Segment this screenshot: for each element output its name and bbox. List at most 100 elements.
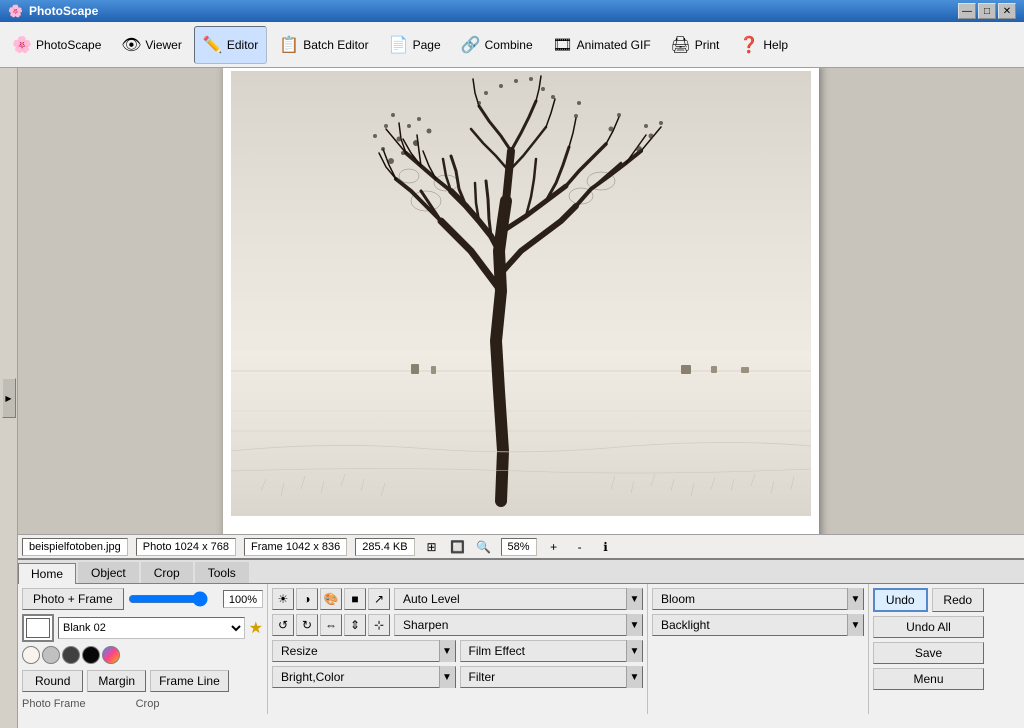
effects-row4: Bright,Color ▼ Filter ▼ (272, 666, 643, 688)
undo-all-button[interactable]: Undo All (873, 616, 984, 638)
effects-row3: Resize ▼ Film Effect ▼ (272, 640, 643, 662)
pixel-info-icon[interactable]: ⊞ (423, 538, 441, 556)
menu-label-editor: Editor (227, 38, 258, 52)
undo-button[interactable]: Undo (873, 588, 928, 612)
menu-button[interactable]: Menu (873, 668, 984, 690)
color-black-btn[interactable] (82, 646, 100, 664)
favorite-button[interactable]: ★ (249, 618, 263, 638)
maximize-button[interactable]: □ (978, 3, 996, 19)
print-icon: 🖨 (671, 35, 691, 55)
color-dark-btn[interactable] (62, 646, 80, 664)
zoom-in-icon[interactable]: + (545, 538, 563, 556)
margin-button[interactable]: Margin (87, 670, 146, 692)
menu-label-viewer: Viewer (145, 38, 181, 52)
menu-bar: 🌸 PhotoScape 👁 Viewer ✏️ Editor 📋 Batch … (0, 22, 1024, 68)
photoscape-icon: 🌸 (12, 35, 32, 55)
combine-icon: 🔗 (461, 35, 481, 55)
sharpen-dropdown[interactable]: Sharpen ▼ (394, 614, 643, 636)
backlight-arrow: ▼ (847, 614, 863, 636)
tab-crop[interactable]: Crop (141, 562, 193, 583)
filename-display: beispielfotoben.jpg (22, 538, 128, 556)
contrast-icon-btn[interactable]: ◑ (296, 588, 318, 610)
rotate-left-icon-btn[interactable]: ↺ (272, 614, 294, 636)
batch-icon: 📋 (279, 35, 299, 55)
title-bar-left: 🌸 PhotoScape (8, 4, 98, 18)
rotate-right-icon-btn[interactable]: ↻ (296, 614, 318, 636)
filter-dropdown[interactable]: Filter ▼ (460, 666, 644, 688)
menu-item-print[interactable]: 🖨 Print (663, 26, 728, 64)
app-title: PhotoScape (29, 4, 98, 18)
film-effect-dropdown[interactable]: Film Effect ▼ (460, 640, 644, 662)
preset-select[interactable]: Blank 02 (58, 617, 245, 639)
swatch-inner (26, 618, 50, 638)
backlight-label: Backlight (653, 618, 847, 632)
menu-label-combine: Combine (485, 38, 533, 52)
menu-item-editor[interactable]: ✏️ Editor (194, 26, 267, 64)
zoom-fit-icon[interactable]: 🔲 (449, 538, 467, 556)
zoom-actual-icon[interactable]: 🔍 (475, 538, 493, 556)
close-button[interactable]: ✕ (998, 3, 1016, 19)
save-button[interactable]: Save (873, 642, 984, 664)
viewer-icon: 👁 (121, 35, 141, 55)
tab-home[interactable]: Home (18, 563, 76, 584)
opacity-slider[interactable] (128, 592, 208, 606)
menu-item-combine[interactable]: 🔗 Combine (453, 26, 541, 64)
minimize-button[interactable]: — (958, 3, 976, 19)
adjust-icon-btn[interactable]: ⊹ (368, 614, 390, 636)
bright-color-dropdown[interactable]: Bright,Color ▼ (272, 666, 456, 688)
info-icon[interactable]: ℹ (597, 538, 615, 556)
tab-object[interactable]: Object (78, 562, 139, 583)
bloom-dropdown[interactable]: Bloom ▼ (652, 588, 864, 610)
auto-level-arrow: ▼ (626, 588, 642, 610)
flip-v-icon-btn[interactable]: ⇕ (344, 614, 366, 636)
redo-button[interactable]: Redo (932, 588, 985, 612)
auto-level-dropdown[interactable]: Auto Level ▼ (394, 588, 643, 610)
sharpen-label: Sharpen (395, 618, 626, 632)
color-gray-btn[interactable] (42, 646, 60, 664)
brightness-icon-btn[interactable]: ☀ (272, 588, 294, 610)
photo-frame-row: Photo + Frame 100% (22, 588, 263, 610)
menu-item-page[interactable]: 📄 Page (381, 26, 449, 64)
resize-dropdown[interactable]: Resize ▼ (272, 640, 456, 662)
status-bar: beispielfotoben.jpg Photo 1024 x 768 Fra… (18, 534, 1024, 558)
menu-item-photoscape[interactable]: 🌸 PhotoScape (4, 26, 109, 64)
color-white-btn[interactable] (22, 646, 40, 664)
backlight-dropdown[interactable]: Backlight ▼ (652, 614, 864, 636)
color-icon-btn[interactable]: 🎨 (320, 588, 342, 610)
menu-item-batch[interactable]: 📋 Batch Editor (271, 26, 376, 64)
color-swatch[interactable] (22, 614, 54, 642)
middle-tools-section: ☀ ◑ 🎨 ■ ↗ Auto Level ▼ (268, 584, 648, 714)
bloom-label: Bloom (653, 592, 847, 606)
menu-item-viewer[interactable]: 👁 Viewer (113, 26, 189, 64)
resize-label: Resize (273, 644, 439, 658)
round-button[interactable]: Round (22, 670, 83, 692)
bloom-arrow: ▼ (847, 588, 863, 610)
frame-line-button[interactable]: Frame Line (150, 670, 229, 692)
bottom-panel: Home Object Crop Tools Photo + Frame 100 (18, 558, 1024, 728)
tool-content: Photo + Frame 100% Blank 02 (18, 584, 1024, 714)
bloom-row: Bloom ▼ (652, 588, 864, 610)
bright-color-label: Bright,Color (273, 670, 439, 684)
menu-item-help[interactable]: ❓ Help (731, 26, 796, 64)
app-icon: 🌸 (8, 4, 23, 18)
dark-icon-btn[interactable]: ■ (344, 588, 366, 610)
color-multi-btn[interactable] (102, 646, 120, 664)
tab-tools[interactable]: Tools (195, 562, 249, 583)
zoom-out-icon[interactable]: - (571, 538, 589, 556)
filter-arrow: ▼ (626, 666, 642, 688)
auto-level-label: Auto Level (395, 592, 626, 606)
icon-row-2: ↺ ↻ ⇔ ⇕ ⊹ (272, 614, 390, 636)
right-effects-section: Bloom ▼ Backlight ▼ (648, 584, 868, 714)
menu-label-print: Print (695, 38, 720, 52)
menu-item-gif[interactable]: 🎞 Animated GIF (545, 26, 659, 64)
zoom-display: 58% (501, 538, 537, 556)
undo-redo-row: Undo Redo (873, 588, 984, 612)
page-icon: 📄 (389, 35, 409, 55)
photo-frame-button[interactable]: Photo + Frame (22, 588, 124, 610)
section-labels-row: Photo Frame Crop (22, 698, 263, 710)
curve-icon-btn[interactable]: ↗ (368, 588, 390, 610)
flip-h-icon-btn[interactable]: ⇔ (320, 614, 342, 636)
left-panel: ▶ (0, 68, 18, 728)
resize-arrow: ▼ (439, 640, 455, 662)
collapse-button[interactable]: ▶ (2, 378, 16, 418)
